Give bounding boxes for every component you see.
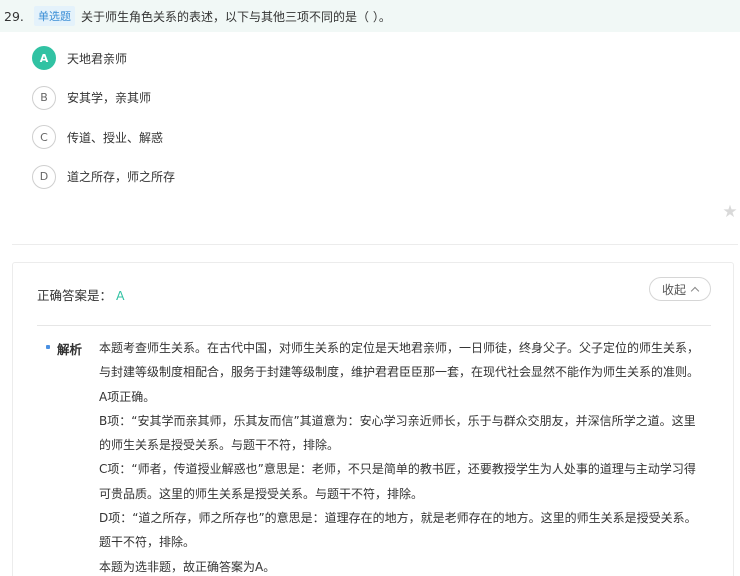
explanation-line: A项正确。	[99, 389, 156, 404]
explanation-line: 本题为选非题，故正确答案为A。	[99, 559, 276, 574]
option-a[interactable]: A 天地君亲师	[32, 46, 175, 70]
explanation-label: 解析	[57, 342, 83, 357]
question-type-badge: 单选题	[34, 6, 75, 26]
section-divider	[12, 244, 738, 245]
correct-answer-value: A	[116, 288, 125, 303]
option-a-circle[interactable]: A	[32, 46, 56, 70]
analysis-divider	[37, 325, 711, 326]
bullet-icon	[46, 345, 50, 349]
explanation-line: 本题考查师生关系。在古代中国，对师生关系的定位是天地君亲师，一日师徒，终身父子。…	[99, 341, 700, 380]
option-d[interactable]: D 道之所存，师之所存	[32, 164, 175, 189]
option-b-circle[interactable]: B	[32, 85, 56, 110]
correct-answer-label: 正确答案是：	[37, 288, 113, 303]
explanation-line: B项：“安其学而亲其师，乐其友而信”其道意为：安心学习亲近师长，乐于与群众交朋友…	[99, 413, 696, 453]
explanation-body: 本题考查师生关系。在古代中国，对师生关系的定位是天地君亲师，一日师徒，终身父子。…	[99, 336, 703, 576]
option-c[interactable]: C 传道、授业、解惑	[32, 125, 175, 149]
option-b[interactable]: B 安其学，亲其师	[32, 85, 175, 110]
question-text: 关于师生角色关系的表述，以下与其他三项不同的是（ ）。	[81, 9, 391, 24]
question-number: 29.	[4, 8, 24, 24]
collapse-button-label: 收起	[661, 282, 686, 297]
explanation-line: D项：“道之所存，师之所存也”的意思是：道理存在的地方，就是老师存在的地方。这里…	[99, 511, 697, 550]
option-c-circle[interactable]: C	[32, 125, 56, 149]
option-d-circle[interactable]: D	[32, 164, 56, 189]
question-header: 29. 单选题 关于师生角色关系的表述，以下与其他三项不同的是（ ）。	[0, 0, 740, 32]
analysis-panel: 正确答案是： A 收起 解析 本题考查师生关系。在古代中国，对师生关系的定位是天地…	[12, 262, 734, 576]
option-b-text[interactable]: 安其学，亲其师	[67, 89, 151, 106]
star-icon[interactable]: ★	[721, 203, 739, 221]
option-a-text[interactable]: 天地君亲师	[67, 50, 127, 67]
chevron-up-icon	[690, 286, 700, 295]
collapse-button[interactable]: 收起	[649, 277, 711, 301]
explanation-line: C项：“师者，传道授业解惑也”意思是：老师，不只是简单的教书匠，还要教授学生为人…	[99, 462, 696, 501]
option-list: A 天地君亲师 B 安其学，亲其师 C 传道、授业、解惑 D 道之所存，师之所存	[32, 46, 175, 204]
option-d-text[interactable]: 道之所存，师之所存	[67, 168, 175, 185]
correct-answer-row: 正确答案是： A	[37, 285, 125, 304]
option-c-text[interactable]: 传道、授业、解惑	[67, 129, 163, 146]
